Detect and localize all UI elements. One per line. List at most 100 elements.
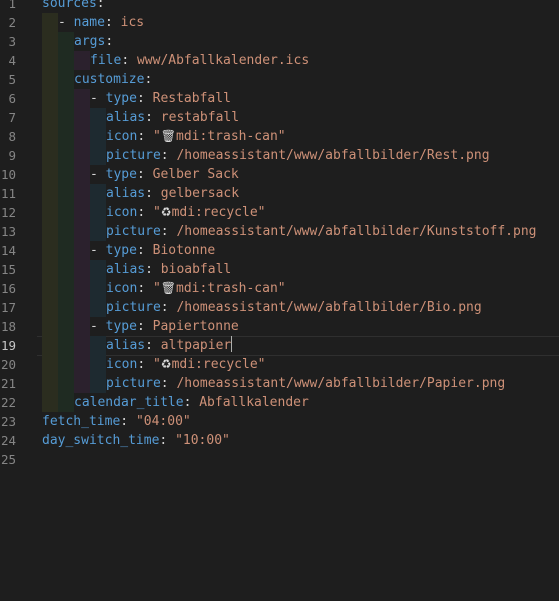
mdi-glyph-icon: 🗑 bbox=[160, 281, 177, 295]
code-token: fetch_time bbox=[42, 414, 121, 429]
code-line[interactable]: 11 alias: gelbersack bbox=[0, 184, 559, 203]
code-token: Restabfall bbox=[152, 91, 231, 106]
indent-guide bbox=[42, 146, 58, 165]
indent-guide bbox=[58, 127, 74, 146]
code-token: mdi:trash-can" bbox=[176, 129, 286, 144]
code-token: type bbox=[105, 91, 137, 106]
code-text: sources: bbox=[42, 0, 105, 13]
code-token: - bbox=[90, 319, 106, 334]
code-line[interactable]: 19 alias: altpapier bbox=[0, 336, 559, 356]
indent-guide bbox=[74, 317, 90, 336]
indent-guide bbox=[42, 374, 58, 393]
indent-guide bbox=[58, 108, 74, 127]
code-line[interactable]: 18 - type: Papiertonne bbox=[0, 317, 559, 336]
code-token: sources bbox=[42, 0, 97, 11]
code-token: Abfallkalender bbox=[199, 395, 309, 410]
code-token: file bbox=[90, 53, 122, 68]
code-line[interactable]: 2 - name: ics bbox=[0, 13, 559, 32]
code-line[interactable]: 15 alias: bioabfall bbox=[0, 260, 559, 279]
code-token: : bbox=[136, 91, 153, 106]
code-text: fetch_time: "04:00" bbox=[42, 412, 191, 431]
code-line[interactable]: 17 picture: /homeassistant/www/abfallbild… bbox=[0, 298, 559, 317]
code-line[interactable]: 22 calendar_title: Abfallkalender bbox=[0, 393, 559, 412]
indent-guide bbox=[42, 393, 58, 412]
line-number: 15 bbox=[0, 262, 16, 277]
indent-guide bbox=[90, 374, 106, 393]
code-token: type bbox=[105, 167, 137, 182]
code-token: : bbox=[160, 376, 177, 391]
code-line[interactable]: 20 icon: "♻mdi:recycle" bbox=[0, 355, 559, 374]
indent-guide bbox=[42, 13, 58, 32]
indent-guide bbox=[42, 70, 58, 89]
code-token: " bbox=[152, 129, 161, 144]
code-line[interactable]: 9 picture: /homeassistant/www/abfallbilde… bbox=[0, 146, 559, 165]
code-token: www/Abfallkalender.ics bbox=[136, 53, 310, 68]
indent-guide bbox=[90, 127, 106, 146]
code-line[interactable]: 12 icon: "♻mdi:recycle" bbox=[0, 203, 559, 222]
code-line[interactable]: 14 - type: Biotonne bbox=[0, 241, 559, 260]
indent-guide bbox=[42, 241, 58, 260]
indent-guide bbox=[58, 32, 74, 51]
indent-guide bbox=[58, 89, 74, 108]
code-line[interactable]: 21 picture: /homeassistant/www/abfallbild… bbox=[0, 374, 559, 393]
code-text: alias: restabfall bbox=[106, 108, 239, 127]
line-number: 6 bbox=[8, 91, 16, 106]
indent-guide bbox=[90, 279, 106, 298]
code-line[interactable]: 23 fetch_time: "04:00" bbox=[0, 412, 559, 431]
indent-guide bbox=[58, 260, 74, 279]
indent-guide bbox=[42, 336, 58, 355]
code-line[interactable]: 10 - type: Gelber Sack bbox=[0, 165, 559, 184]
line-number: 20 bbox=[0, 357, 16, 372]
code-token: day_switch_time bbox=[42, 433, 160, 448]
code-editor[interactable]: 1 sources: 2 - name: ics 3 args: 4 file: www/Ab… bbox=[0, 0, 559, 601]
code-token: : bbox=[96, 0, 105, 11]
indent-guide bbox=[90, 146, 106, 165]
mdi-glyph-icon: 🗑 bbox=[160, 129, 177, 143]
indent-guide bbox=[58, 355, 74, 374]
line-number: 8 bbox=[8, 129, 16, 144]
code-line[interactable]: 6 - type: Restabfall bbox=[0, 89, 559, 108]
code-line[interactable]: 5 customize: bbox=[0, 70, 559, 89]
code-line[interactable]: 1 sources: bbox=[0, 0, 559, 13]
code-token: : bbox=[121, 53, 137, 68]
code-text: alias: bioabfall bbox=[106, 260, 231, 279]
indent-guide bbox=[74, 222, 90, 241]
indent-guide bbox=[58, 203, 74, 222]
line-number: 7 bbox=[8, 110, 16, 125]
line-number: 18 bbox=[0, 319, 16, 334]
code-text: file: www/Abfallkalender.ics bbox=[90, 51, 309, 70]
code-line[interactable]: 4 file: www/Abfallkalender.ics bbox=[0, 51, 559, 70]
code-token: mdi:recycle" bbox=[171, 357, 266, 372]
code-token: picture bbox=[106, 224, 161, 239]
code-token: : bbox=[145, 262, 161, 277]
code-token: customize bbox=[74, 72, 145, 87]
indent-guide bbox=[90, 260, 106, 279]
line-number: 12 bbox=[0, 205, 16, 220]
indent-guide bbox=[42, 184, 58, 203]
indent-guide bbox=[90, 108, 106, 127]
line-number: 23 bbox=[0, 414, 16, 429]
code-token: args bbox=[74, 34, 106, 49]
indent-guide bbox=[74, 241, 90, 260]
indent-guide bbox=[42, 260, 58, 279]
code-line[interactable]: 3 args: bbox=[0, 32, 559, 51]
code-token: picture bbox=[106, 376, 161, 391]
code-token: : bbox=[136, 319, 153, 334]
code-token: bioabfall bbox=[160, 262, 232, 277]
code-token: "10:00" bbox=[175, 433, 230, 448]
code-token: : bbox=[137, 357, 153, 372]
code-token: : bbox=[144, 72, 153, 87]
code-line[interactable]: 16 icon: "🗑mdi:trash-can" bbox=[0, 279, 559, 298]
code-line[interactable]: 7 alias: restabfall bbox=[0, 108, 559, 127]
code-line[interactable]: 24 day_switch_time: "10:00" bbox=[0, 431, 559, 450]
code-line[interactable]: 8 icon: "🗑mdi:trash-can" bbox=[0, 127, 559, 146]
code-text: - name: ics bbox=[58, 13, 144, 32]
code-line[interactable]: 13 picture: /homeassistant/www/abfallbild… bbox=[0, 222, 559, 241]
code-line[interactable]: 25 bbox=[0, 450, 559, 469]
code-token: /homeassistant/www/abfallbilder/Bio.png bbox=[176, 300, 482, 315]
indent-guide bbox=[90, 336, 106, 355]
line-number: 17 bbox=[0, 300, 16, 315]
code-token: picture bbox=[106, 148, 161, 163]
line-number: 24 bbox=[0, 433, 16, 448]
code-token: : bbox=[137, 129, 153, 144]
